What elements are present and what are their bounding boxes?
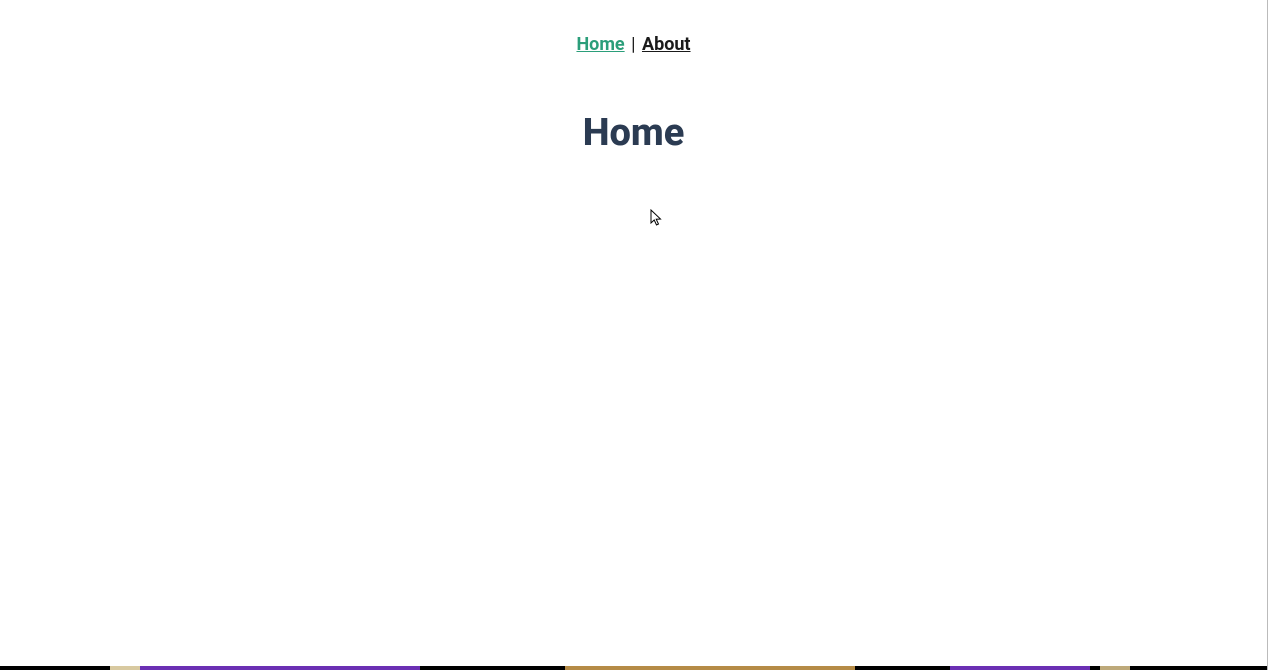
nav-link-home[interactable]: Home bbox=[576, 34, 624, 55]
nav-separator: | bbox=[625, 34, 642, 55]
page-title: Home bbox=[0, 111, 1267, 155]
nav-link-about[interactable]: About bbox=[642, 34, 691, 55]
mouse-cursor-icon bbox=[650, 209, 664, 227]
top-nav: Home | About bbox=[0, 0, 1267, 55]
bottom-accent-bar bbox=[0, 666, 1267, 670]
